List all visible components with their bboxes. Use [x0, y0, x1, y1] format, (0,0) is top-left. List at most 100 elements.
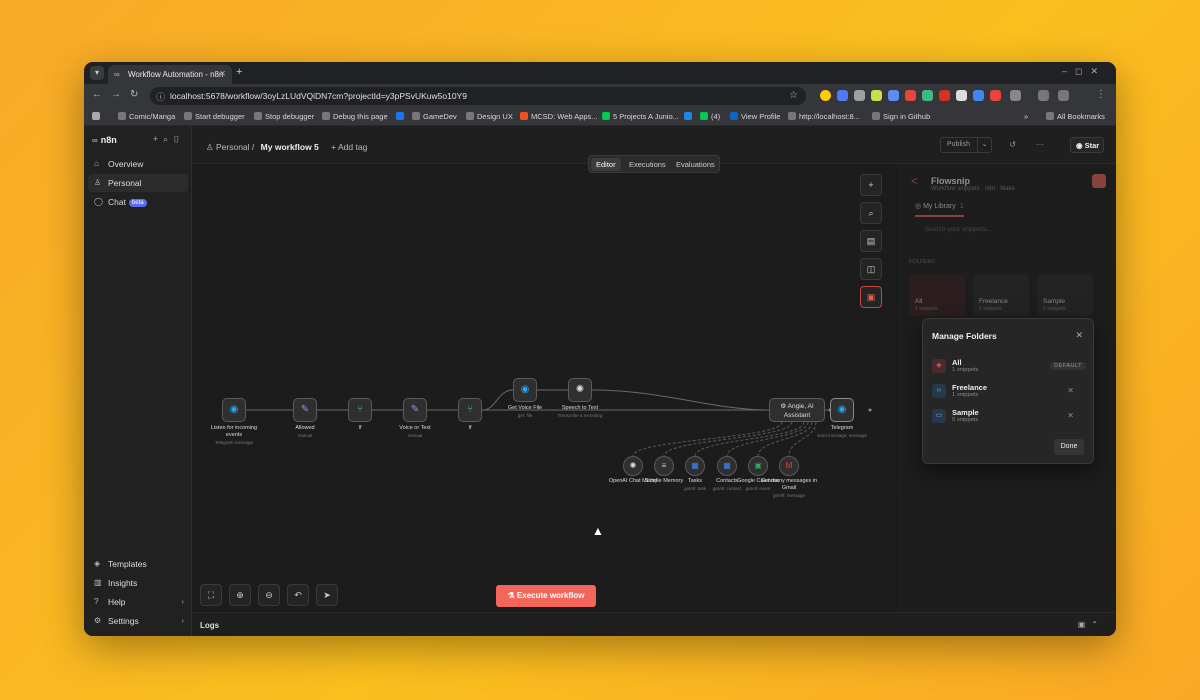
nav-buttons[interactable]: ←→↻: [92, 89, 147, 100]
subnode-contacts[interactable]: ▦: [717, 456, 737, 476]
node-voice-or-text[interactable]: ✎: [403, 398, 427, 422]
extension-icon[interactable]: [956, 90, 967, 101]
profile-icon[interactable]: [1058, 90, 1069, 101]
node-telegram-send[interactable]: ◉: [830, 398, 854, 422]
workflow-name[interactable]: My workflow 5: [261, 142, 319, 152]
bookmark-item[interactable]: View Profile: [730, 112, 780, 121]
sticky-note-button[interactable]: ▤: [860, 230, 882, 252]
browser-tab[interactable]: ∞ Workflow Automation - n8n ✕: [108, 65, 232, 84]
done-button[interactable]: Done: [1054, 439, 1084, 455]
bookmark-item[interactable]: Comic/Manga: [118, 112, 175, 121]
fit-view-button[interactable]: ⛶: [200, 584, 222, 606]
logs-bar[interactable]: Logs ▣⌃: [192, 612, 1116, 636]
sidebar-item-insights[interactable]: ▥ Insights: [88, 574, 188, 592]
bookmark-item[interactable]: 5 Projects A Junio...: [602, 112, 679, 121]
logs-controls[interactable]: ▣⌃: [1078, 620, 1104, 629]
extensions-puzzle-icon[interactable]: [1010, 90, 1021, 101]
extension-icon[interactable]: [939, 90, 950, 101]
bookmark-item[interactable]: Design UX: [466, 112, 513, 121]
extension-icon[interactable]: [922, 90, 933, 101]
publish-button[interactable]: Publish ⌄: [940, 137, 992, 153]
sidebar-item-chat[interactable]: ◯ Chat beta: [88, 193, 188, 211]
tab-executions[interactable]: Executions: [629, 160, 666, 169]
add-node-button[interactable]: +: [860, 174, 882, 196]
folder-row-freelance[interactable]: ‹› Freelance 1 snippets ✕: [932, 382, 1086, 402]
subnode-simple-memory[interactable]: ≡: [654, 456, 674, 476]
bookmark-item[interactable]: (4): [700, 112, 720, 121]
delete-folder-icon[interactable]: ✕: [1067, 386, 1074, 395]
sidebar-item-help[interactable]: ? Help ›: [88, 593, 188, 611]
folder-row-sample[interactable]: ▭ Sample 0 snippets ✕: [932, 407, 1086, 427]
subnode-google-calendar[interactable]: ▣: [748, 456, 768, 476]
more-bookmarks-icon[interactable]: »: [1024, 112, 1028, 121]
search-nodes-button[interactable]: ⌕: [860, 202, 882, 224]
node-telegram-trigger[interactable]: ◉: [222, 398, 246, 422]
tab-my-library[interactable]: ◎ My Library 1: [915, 202, 964, 217]
extension-icon[interactable]: [990, 90, 1001, 101]
extension-icon[interactable]: [871, 90, 882, 101]
node-if[interactable]: ⑂: [458, 398, 482, 422]
tab-editor[interactable]: Editor: [591, 158, 621, 171]
add-tag-button[interactable]: + Add tag: [331, 142, 367, 152]
history-icon[interactable]: ↺: [1009, 140, 1016, 149]
breadcrumb-project[interactable]: Personal: [216, 142, 250, 152]
brand[interactable]: ∞ n8n: [92, 135, 117, 145]
node-get-voice-file[interactable]: ◉: [513, 378, 537, 402]
site-info-icon[interactable]: ⓘ: [156, 90, 165, 103]
sidebar-item-overview[interactable]: ⌂ Overview: [88, 155, 188, 173]
delete-folder-icon[interactable]: ✕: [1067, 411, 1074, 420]
extension-icon[interactable]: [973, 90, 984, 101]
subnode-openai-chat-model[interactable]: ✺: [623, 456, 643, 476]
bookmark-item[interactable]: GameDev: [412, 112, 457, 121]
search-icon[interactable]: ⌕: [163, 134, 173, 144]
collapse-sidebar-icon[interactable]: ▯: [173, 134, 185, 144]
sidebar-item-settings[interactable]: ⚙ Settings ›: [88, 612, 188, 630]
download-icon[interactable]: [1038, 90, 1049, 101]
workflow-canvas[interactable]: ◉ Listen for incoming events Telegram mes…: [192, 164, 900, 612]
folder-card-sample[interactable]: Sample 0 snippets: [1037, 274, 1093, 316]
panel-add-button[interactable]: [1092, 174, 1106, 188]
bookmark-item[interactable]: Sign in Github: [872, 112, 930, 121]
bookmark-item[interactable]: Debug this page: [322, 112, 388, 121]
folder-card-all[interactable]: All 1 snippets: [909, 274, 965, 316]
node-if[interactable]: ⑂: [348, 398, 372, 422]
zoom-out-button[interactable]: ⊖: [258, 584, 280, 606]
extension-icon[interactable]: [905, 90, 916, 101]
extension-icon[interactable]: [888, 90, 899, 101]
bookmark-item[interactable]: MCSD: Web Apps...: [520, 112, 598, 121]
extension-icon[interactable]: [837, 90, 848, 101]
undo-button[interactable]: ↶: [287, 584, 309, 606]
close-tab-icon[interactable]: ✕: [219, 69, 226, 78]
apps-grid-icon[interactable]: [92, 112, 103, 121]
node-speech-to-text[interactable]: ✺: [568, 378, 592, 402]
node-allowed[interactable]: ✎: [293, 398, 317, 422]
address-bar[interactable]: ⓘ localhost:5678/workflow/3oyLzLUdVQiDN7…: [150, 87, 806, 105]
bookmark-item[interactable]: Start debugger: [184, 112, 245, 121]
tab-search-icon[interactable]: ▾: [90, 66, 104, 80]
pointer-mode-button[interactable]: ➤: [316, 584, 338, 606]
bookmark-item[interactable]: Stop debugger: [254, 112, 314, 121]
subnode-tasks[interactable]: ▦: [685, 456, 705, 476]
bookmark-item[interactable]: http://localhost:8...: [788, 112, 860, 121]
snippet-search-input[interactable]: Search your snippets...: [911, 224, 1105, 238]
plus-icon[interactable]: +: [153, 134, 163, 144]
subnode-gmail[interactable]: M: [779, 456, 799, 476]
more-options-icon[interactable]: ···: [1036, 140, 1044, 149]
node-ai-agent[interactable]: ⚙ Angie, AI Assistant: [769, 398, 825, 422]
extension-icon[interactable]: [854, 90, 865, 101]
extension-icon[interactable]: [820, 90, 831, 101]
bookmark-item[interactable]: [684, 112, 695, 121]
toggle-panel-button[interactable]: ◫: [860, 258, 882, 280]
execute-workflow-button[interactable]: ⚗ Execute workflow: [496, 585, 596, 607]
close-icon[interactable]: ✕: [1075, 330, 1083, 341]
folder-card-freelance[interactable]: Freelance 1 snippets: [973, 274, 1029, 316]
folder-row-all[interactable]: ◈ All 1 snippets DEFAULT: [932, 357, 1086, 377]
github-star-button[interactable]: ◉ Star: [1070, 137, 1104, 153]
chevron-down-icon[interactable]: ⌄: [977, 138, 991, 152]
sidebar-item-templates[interactable]: ◈ Templates: [88, 555, 188, 573]
tab-evaluations[interactable]: Evaluations: [676, 160, 715, 169]
flowsnip-button[interactable]: ▣: [860, 286, 882, 308]
new-tab-icon[interactable]: +: [236, 66, 242, 78]
bookmark-item[interactable]: [396, 112, 407, 121]
bookmark-item[interactable]: All Bookmarks: [1046, 112, 1105, 121]
